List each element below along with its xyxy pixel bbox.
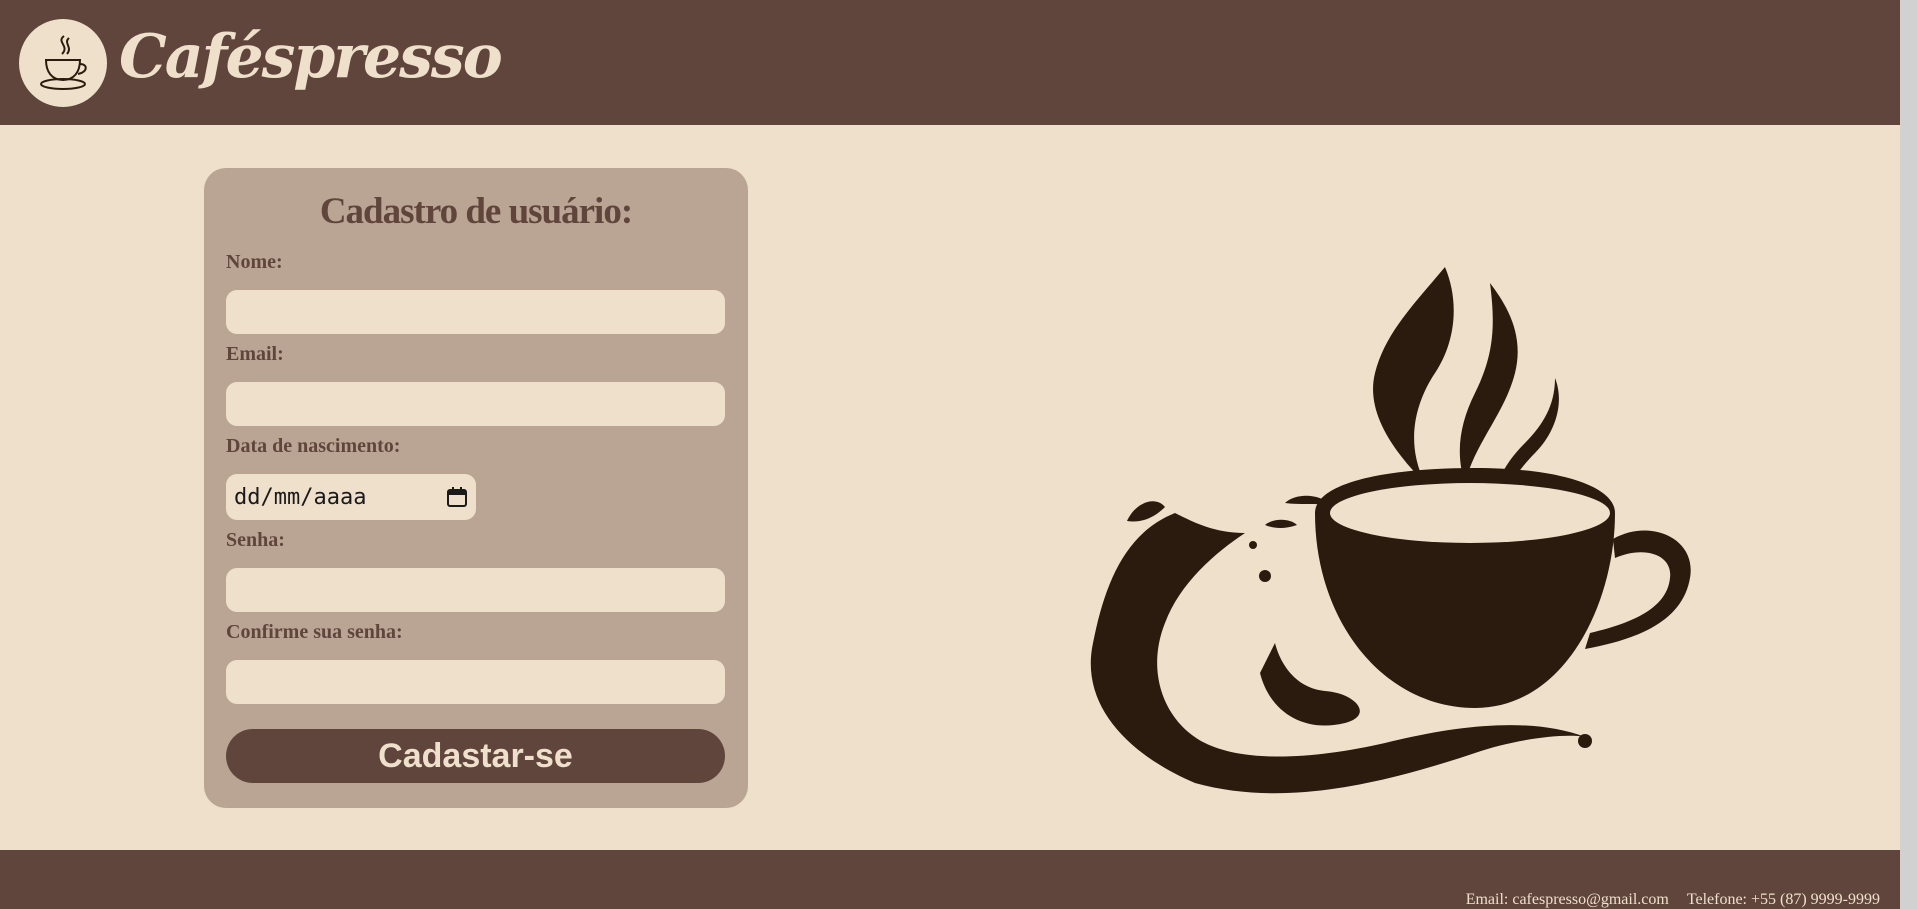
email-label: Email:: [226, 343, 284, 365]
form-title: Cadastro de usuário:: [319, 191, 633, 232]
confirm-password-input[interactable]: [226, 660, 725, 704]
name-label: Nome:: [226, 251, 283, 273]
footer-contact: Email: cafespresso@gmail.com Telefone: +…: [1452, 891, 1880, 909]
coffee-splash-icon: [1090, 267, 1691, 794]
birthdate-value: dd/mm/aaaa: [234, 484, 367, 510]
birthdate-label: Data de nascimento:: [226, 435, 401, 457]
scrollbar[interactable]: [1900, 0, 1917, 909]
coffee-cup-icon: [40, 35, 87, 90]
name-input[interactable]: [226, 290, 725, 334]
signup-form: Cadastro de usuário: Nome: Email: Data d…: [204, 168, 748, 808]
hero-image: [1085, 263, 1695, 801]
confirm-password-label: Confirme sua senha:: [226, 621, 403, 643]
footer-email: Email: cafespresso@gmail.com: [1465, 891, 1669, 908]
password-input[interactable]: [226, 568, 725, 612]
submit-button[interactable]: Cadastar-se: [226, 729, 725, 783]
email-input[interactable]: [226, 382, 725, 426]
footer: Email: cafespresso@gmail.com Telefone: +…: [0, 850, 1900, 909]
brand-name: Caféspresso: [119, 22, 503, 92]
birthdate-input[interactable]: dd/mm/aaaa: [226, 474, 476, 520]
logo[interactable]: [19, 19, 107, 107]
calendar-icon[interactable]: [446, 486, 468, 508]
header: Caféspresso: [0, 0, 1900, 125]
password-label: Senha:: [226, 529, 285, 551]
footer-phone: Telefone: +55 (87) 9999-9999: [1686, 891, 1880, 908]
